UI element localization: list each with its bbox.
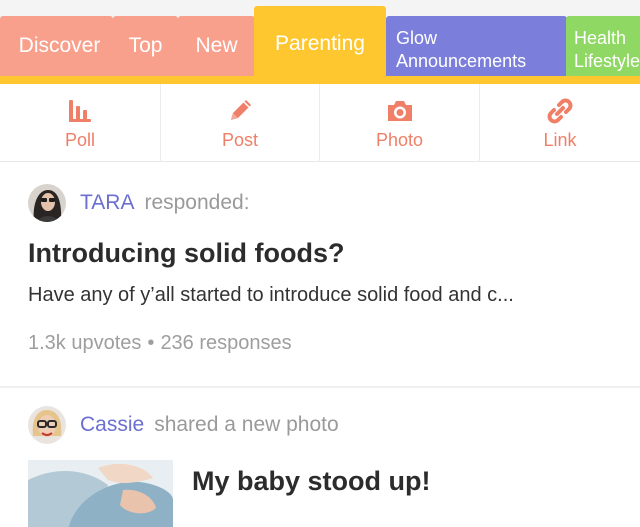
tab-top[interactable]: Top [113, 16, 178, 76]
author-activity: responded: [144, 191, 250, 214]
tab-label-line: Announcements [396, 50, 527, 71]
bar-chart-icon [65, 96, 95, 126]
post-title[interactable]: Introducing solid foods? [28, 238, 344, 269]
link-button[interactable]: Link [479, 84, 640, 162]
tab-label-line: Health [574, 27, 627, 48]
post-button[interactable]: Post [160, 84, 319, 162]
feed-card[interactable]: Cassie shared a new photo My baby stood … [0, 388, 640, 527]
post-photo-thumbnail[interactable] [28, 460, 173, 527]
link-icon [545, 96, 575, 126]
post-label: Post [221, 130, 259, 150]
active-tab-underline [0, 76, 640, 84]
photo-button[interactable]: Photo [319, 84, 479, 162]
post-title[interactable]: My baby stood up! [192, 466, 431, 497]
feed-card[interactable]: TARA responded: Introducing solid foods?… [0, 162, 640, 386]
tab-discover[interactable]: Discover [0, 16, 113, 76]
upvote-count: 1.3k upvotes [28, 332, 142, 354]
stats-separator: • [147, 332, 155, 354]
tab-parenting[interactable]: Parenting [254, 6, 386, 76]
pencil-icon [225, 96, 255, 126]
camera-icon [385, 96, 415, 126]
poll-label: Poll [64, 130, 95, 150]
author-row: Cassie shared a new photo [28, 406, 339, 444]
author-name[interactable]: Cassie [80, 413, 144, 437]
tab-new[interactable]: New [178, 16, 255, 76]
tab-glow-announcements[interactable]: Glow Announcements [386, 16, 567, 76]
post-stats: 1.3k upvotes • 236 responses [28, 332, 292, 355]
tab-health-lifestyle[interactable]: Health Lifestyle [566, 16, 640, 76]
author-row: TARA responded: [28, 184, 250, 222]
avatar[interactable] [28, 406, 66, 444]
tab-glow-announcements-label: Glow Announcements [396, 20, 526, 73]
avatar[interactable] [28, 184, 66, 222]
author-activity: shared a new photo [154, 413, 339, 436]
tab-label-line: Glow [396, 27, 438, 48]
link-label: Link [543, 130, 577, 150]
tab-health-lifestyle-label: Health Lifestyle [574, 20, 640, 73]
compose-action-bar: Poll Post Photo Link [0, 84, 640, 162]
category-tab-bar: Discover Top New Parenting Glow Announce… [0, 0, 640, 84]
photo-label: Photo [375, 130, 424, 150]
author-name[interactable]: TARA [80, 191, 134, 215]
poll-button[interactable]: Poll [0, 84, 160, 162]
feed: TARA responded: Introducing solid foods?… [0, 162, 640, 527]
post-excerpt[interactable]: Have any of y’all started to introduce s… [28, 284, 618, 307]
response-count: 236 responses [160, 332, 292, 354]
tab-label-line: Lifestyle [574, 50, 640, 71]
